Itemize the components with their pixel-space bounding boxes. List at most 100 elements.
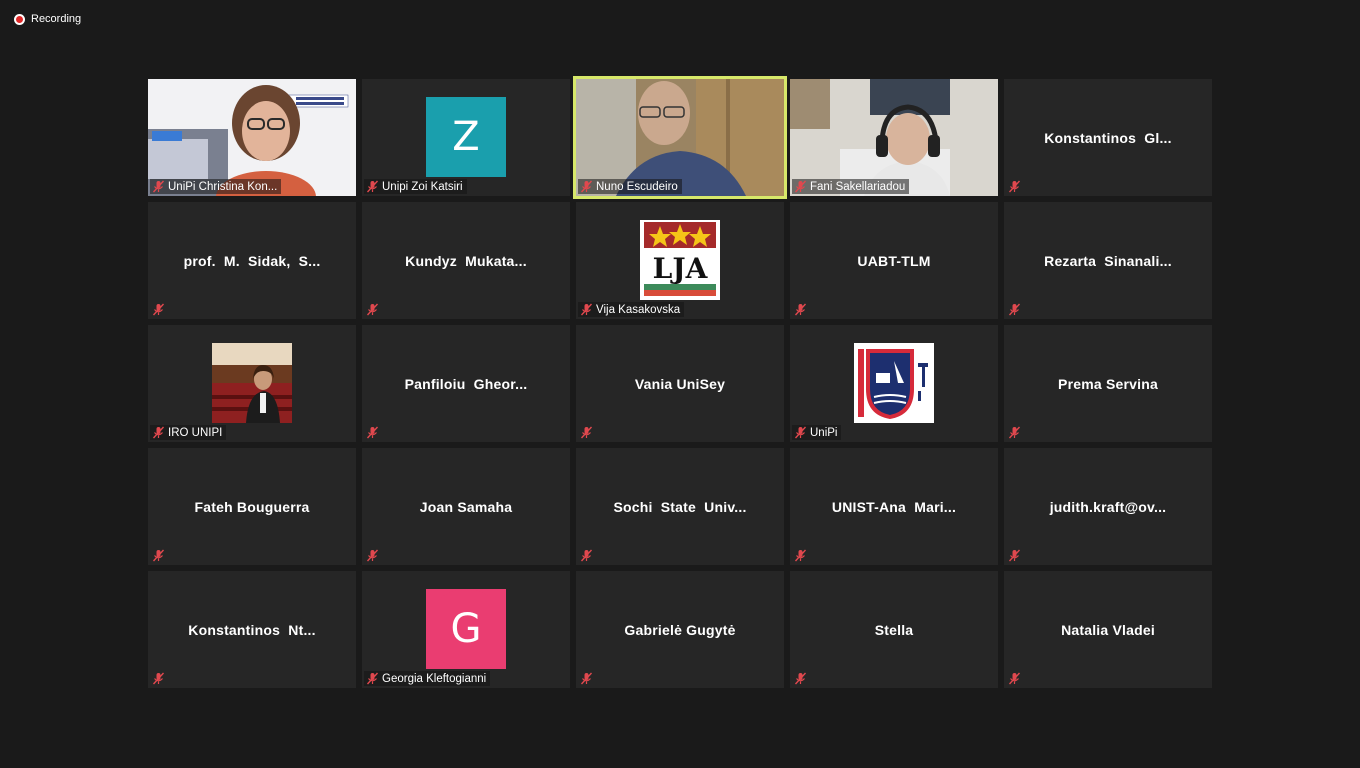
participant-tile[interactable]: Natalia Vladei [1004,571,1212,688]
muted-microphone-icon [794,672,807,685]
participant-label-bar [150,302,169,317]
participant-label-bar [578,425,597,440]
muted-microphone-icon [580,549,593,562]
muted-microphone-icon [366,303,379,316]
recording-indicator: Recording [14,13,81,25]
profile-logo: LJA [640,220,720,300]
participant-label-bar [1006,548,1025,563]
participant-display-name: UNIST-Ana Mari... [831,498,957,515]
participant-display-name: Natalia Vladei [1061,621,1155,638]
participant-tile[interactable]: UNIST-Ana Mari... [790,448,998,565]
muted-microphone-icon [152,303,165,316]
muted-microphone-icon [1008,549,1021,562]
participant-label-bar [364,302,383,317]
participant-label-bar [578,548,597,563]
muted-microphone-icon [794,549,807,562]
participant-tile[interactable]: G Georgia Kleftogianni [362,571,570,688]
participant-tile[interactable]: UniPi [790,325,998,442]
participant-label-bar: Nuno Escudeiro [578,179,682,194]
recording-label: Recording [31,13,82,25]
participant-display-name: Konstantinos Gl... [1044,129,1172,146]
muted-microphone-icon [1008,426,1021,439]
profile-logo [854,343,934,423]
muted-microphone-icon [580,672,593,685]
muted-microphone-icon [366,672,379,685]
participant-tile[interactable]: IRO UNIPI [148,325,356,442]
participant-tile[interactable]: Fani Sakellariadou [790,79,998,196]
muted-microphone-icon [152,426,165,439]
participant-tile[interactable]: Vania UniSey [576,325,784,442]
participant-tile[interactable]: Stella [790,571,998,688]
participant-tile[interactable]: Z Unipi Zoi Katsiri [362,79,570,196]
recording-icon [14,13,25,25]
muted-microphone-icon [580,426,593,439]
participant-label-bar: UniPi Christina Kon... [150,179,282,194]
participant-label-bar: Vija Kasakovska [578,302,685,317]
participant-tile[interactable]: Sochi State Univ... [576,448,784,565]
participant-label-bar [364,425,383,440]
participant-display-name: Panfiloiu Gheor... [404,375,528,392]
logo-text: LJA [653,252,709,285]
participant-tile[interactable]: Joan Samaha [362,448,570,565]
participant-display-name: Stella [874,621,914,638]
participant-tile[interactable]: Prema Servina [1004,325,1212,442]
participant-label-bar: Georgia Kleftogianni [364,671,491,686]
participant-label-bar [364,548,383,563]
muted-microphone-icon [366,426,379,439]
participant-label-bar: IRO UNIPI [150,425,227,440]
participant-label-bar: Unipi Zoi Katsiri [364,179,467,194]
participant-name: UniPi Christina Kon... [168,180,278,193]
muted-microphone-icon [152,672,165,685]
muted-microphone-icon [1008,672,1021,685]
participant-label-bar [1006,302,1025,317]
participant-display-name: Kundyz Mukata... [405,252,527,269]
participant-display-name: Prema Servina [1058,375,1158,392]
participant-tile[interactable]: LJA Vija Kasakovska [576,202,784,319]
muted-microphone-icon [794,426,807,439]
participant-name: UniPi [810,426,838,439]
participant-tile[interactable]: prof. M. Sidak, S... [148,202,356,319]
participant-name: Georgia Kleftogianni [382,672,487,685]
participant-tile[interactable]: Panfiloiu Gheor... [362,325,570,442]
participant-tile[interactable]: Konstantinos Gl... [1004,79,1212,196]
participant-name: IRO UNIPI [168,426,223,439]
participant-display-name: Fateh Bouguerra [194,498,310,515]
participant-display-name: Sochi State Univ... [613,498,747,515]
participant-tile[interactable]: Kundyz Mukata... [362,202,570,319]
participant-tile[interactable]: Fateh Bouguerra [148,448,356,565]
participant-label-bar [1006,671,1025,686]
participant-label-bar: UniPi [792,425,842,440]
participant-label-bar: Fani Sakellariadou [792,179,910,194]
muted-microphone-icon [1008,303,1021,316]
participant-label-bar [1006,179,1025,194]
participant-tile[interactable]: Rezarta Sinanali... [1004,202,1212,319]
participant-display-name: prof. M. Sidak, S... [183,252,321,269]
letter-avatar: Z [426,97,506,177]
muted-microphone-icon [152,180,165,193]
participant-label-bar [792,548,811,563]
participant-name: Fani Sakellariadou [810,180,906,193]
avatar-letter: G [426,589,506,669]
participant-tile[interactable]: Konstantinos Nt... [148,571,356,688]
participant-display-name: judith.kraft@ov... [1049,498,1167,515]
muted-microphone-icon [794,180,807,193]
muted-microphone-icon [366,180,379,193]
participant-label-bar [150,548,169,563]
profile-photo [212,343,292,423]
participant-display-name: Konstantinos Nt... [188,621,316,638]
muted-microphone-icon [580,180,593,193]
participant-tile-active-speaker[interactable]: Nuno Escudeiro [573,76,787,199]
participant-label-bar [150,671,169,686]
participant-tile[interactable]: judith.kraft@ov... [1004,448,1212,565]
participant-tile[interactable]: UABT-TLM [790,202,998,319]
participant-display-name: Gabrielė Gugytė [624,621,736,638]
participant-tile[interactable]: UniPi Christina Kon... [148,79,356,196]
participant-display-name: Vania UniSey [634,375,726,392]
participant-tile[interactable]: Gabrielė Gugytė [576,571,784,688]
participant-display-name: Rezarta Sinanali... [1044,252,1172,269]
avatar-letter: Z [452,114,480,160]
participant-name: Unipi Zoi Katsiri [382,180,463,193]
participant-name: Nuno Escudeiro [596,180,678,193]
participant-label-bar [1006,425,1025,440]
muted-microphone-icon [152,549,165,562]
